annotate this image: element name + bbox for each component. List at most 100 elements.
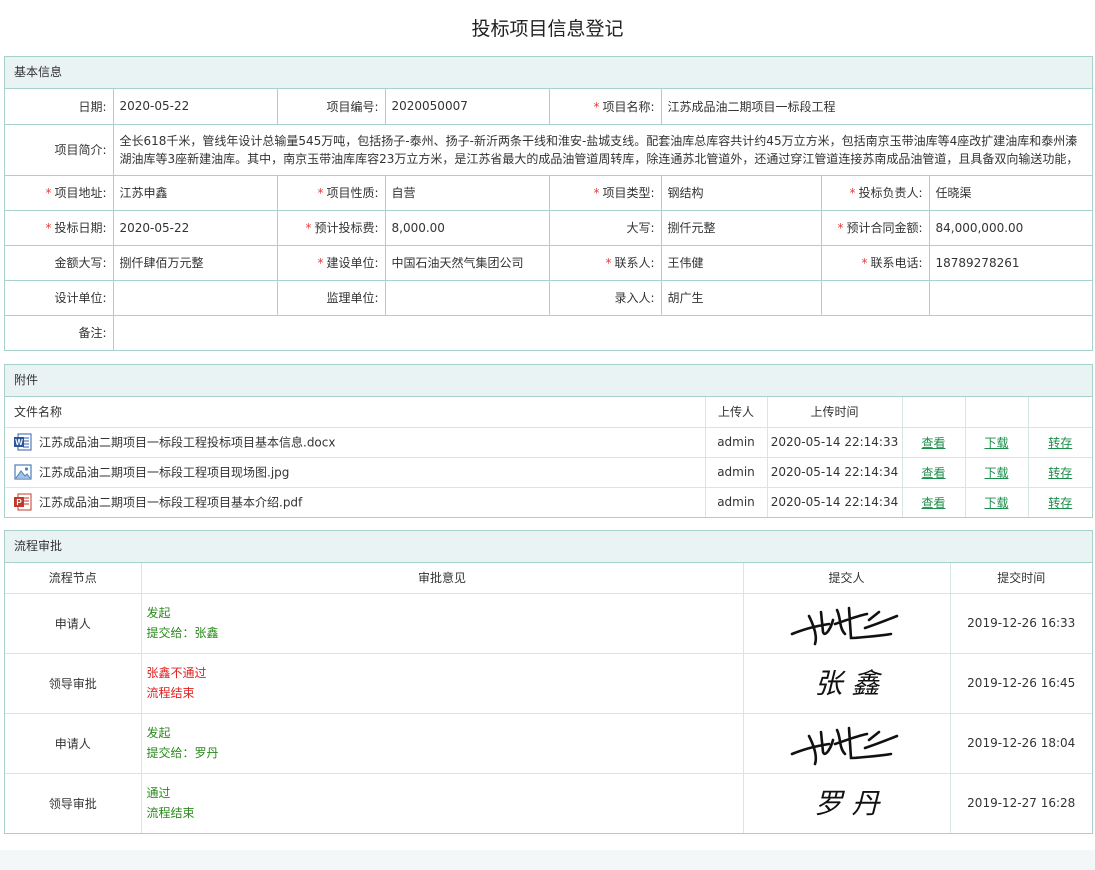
handwritten-signature-icon: 张 鑫 xyxy=(814,667,882,700)
view-link[interactable]: 查看 xyxy=(921,496,945,510)
file-name: 江苏成品油二期项目一标段工程项目基本介绍.pdf xyxy=(39,495,303,510)
amount-caps-label: 金额大写: xyxy=(5,245,114,281)
download-link[interactable]: 下载 xyxy=(984,466,1008,480)
attachments-table: 文件名称 上传人 上传时间 W 江苏成品油二期项目一标段工程投标项目基本信息.d… xyxy=(5,397,1092,517)
builder-value: 中国石油天然气集团公司 xyxy=(385,245,550,281)
project-name-value: 江苏成品油二期项目一标段工程 xyxy=(661,89,1092,125)
save-link[interactable]: 转存 xyxy=(1048,466,1072,480)
col-action-empty xyxy=(964,397,1028,428)
save-link[interactable]: 转存 xyxy=(1048,436,1072,450)
flow-node: 申请人 xyxy=(5,713,141,774)
view-cell: 查看 xyxy=(901,427,965,458)
download-cell: 下载 xyxy=(964,487,1028,517)
attachment-row: P 江苏成品油二期项目一标段工程项目基本介绍.pdf admin 2020-05… xyxy=(5,487,1092,517)
file-name-cell: P 江苏成品油二期项目一标段工程项目基本介绍.pdf xyxy=(5,487,705,517)
bid-date-label: * 投标日期: xyxy=(5,210,114,246)
contract-value: 84,000,000.00 xyxy=(929,210,1092,246)
amount-caps-value: 捌仟肆佰万元整 xyxy=(113,245,278,281)
required-mark: * xyxy=(837,221,844,235)
file-upload-time: 2020-05-14 22:14:34 xyxy=(766,487,902,517)
type-label: * 项目类型: xyxy=(549,175,662,211)
svg-text:张 鑫: 张 鑫 xyxy=(814,667,882,700)
file-uploader: admin xyxy=(704,487,767,517)
opinion-line: 流程结束 xyxy=(146,806,195,821)
signature-cell: 罗 丹 xyxy=(742,773,950,833)
handwritten-signature-icon xyxy=(790,726,898,766)
required-mark: * xyxy=(317,256,324,270)
save-link[interactable]: 转存 xyxy=(1048,496,1072,510)
project-name-label: * 项目名称: xyxy=(549,89,662,125)
view-cell: 查看 xyxy=(901,487,965,517)
col-uploader: 上传人 xyxy=(704,397,767,428)
opinion-line: 提交给：张鑫 xyxy=(146,626,219,640)
required-mark: * xyxy=(305,221,312,235)
svg-text:罗 丹: 罗 丹 xyxy=(814,787,881,820)
empty-cell xyxy=(821,280,930,316)
col-node: 流程节点 xyxy=(5,563,141,594)
workflow-header: 流程审批 xyxy=(5,531,1092,563)
signature-cell xyxy=(742,713,950,774)
builder-label: * 建设单位: xyxy=(277,245,386,281)
save-cell: 转存 xyxy=(1027,487,1092,517)
flow-time: 2019-12-26 16:45 xyxy=(949,653,1092,714)
flow-opinion: 张鑫不通过 流程结束 xyxy=(140,653,743,714)
required-mark: * xyxy=(593,186,600,200)
col-action-empty xyxy=(1027,397,1092,428)
recorder-value: 胡广生 xyxy=(661,280,822,316)
empty-cell xyxy=(929,280,1092,316)
view-link[interactable]: 查看 xyxy=(921,466,945,480)
contact-value: 王伟健 xyxy=(661,245,822,281)
opinion-line: 通过 xyxy=(146,786,171,801)
basic-info-panel: 基本信息 日期: 2020-05-22 项目编号: 2020050007 * 项目… xyxy=(4,56,1093,351)
signature-cell: 张 鑫 xyxy=(742,653,950,714)
opinion-line: 发起 xyxy=(146,606,171,620)
pdf-file-icon: P xyxy=(14,493,32,511)
workflow-table: 流程节点 审批意见 提交人 提交时间 申请人 发起 提交给：张鑫 2019-12… xyxy=(5,563,1092,833)
remark-value xyxy=(113,315,1092,350)
opinion-line: 张鑫不通过 xyxy=(146,666,207,680)
basic-info-header: 基本信息 xyxy=(5,57,1092,89)
required-mark: * xyxy=(45,186,52,200)
workflow-row: 申请人 发起 提交给：张鑫 2019-12-26 16:33 xyxy=(5,593,1092,654)
file-uploader: admin xyxy=(704,427,767,458)
contract-label: * 预计合同金额: xyxy=(821,210,930,246)
flow-opinion: 发起 提交给：张鑫 xyxy=(140,593,743,654)
svg-text:P: P xyxy=(16,498,22,507)
file-name-cell: W 江苏成品油二期项目一标段工程投标项目基本信息.docx xyxy=(5,427,705,458)
required-mark: * xyxy=(605,256,612,270)
file-name-cell: 江苏成品油二期项目一标段工程项目现场图.jpg xyxy=(5,457,705,488)
view-link[interactable]: 查看 xyxy=(921,436,945,450)
flow-node: 领导审批 xyxy=(5,653,141,714)
project-no-value: 2020050007 xyxy=(385,89,550,125)
svg-text:W: W xyxy=(15,438,23,447)
required-mark: * xyxy=(317,186,324,200)
download-link[interactable]: 下载 xyxy=(984,436,1008,450)
supervise-label: 监理单位: xyxy=(277,280,386,316)
col-submitter: 提交人 xyxy=(742,563,950,594)
required-mark: * xyxy=(45,221,52,235)
nature-value: 自营 xyxy=(385,175,550,211)
workflow-header-row: 流程节点 审批意见 提交人 提交时间 xyxy=(5,563,1092,594)
signature-cell xyxy=(742,593,950,654)
col-action-empty xyxy=(901,397,965,428)
flow-node: 领导审批 xyxy=(48,796,97,811)
address-label: * 项目地址: xyxy=(5,175,114,211)
remark-label: 备注: xyxy=(5,315,114,350)
supervise-value xyxy=(385,280,550,316)
design-value xyxy=(113,280,278,316)
flow-time: 2019-12-26 18:04 xyxy=(949,713,1092,774)
workflow-row: 领导审批 张鑫不通过 流程结束 张 鑫 2019-12-26 16:45 xyxy=(5,653,1092,714)
col-file-name: 文件名称 xyxy=(5,397,705,428)
opinion-line: 提交给：罗丹 xyxy=(146,746,219,760)
download-cell: 下载 xyxy=(964,427,1028,458)
attachments-header-row: 文件名称 上传人 上传时间 xyxy=(5,397,1092,428)
download-link[interactable]: 下载 xyxy=(984,496,1008,510)
attachment-row: W 江苏成品油二期项目一标段工程投标项目基本信息.docx admin 2020… xyxy=(5,427,1092,458)
handwritten-signature-icon: 罗 丹 xyxy=(814,787,881,820)
design-label: 设计单位: xyxy=(5,280,114,316)
workflow-panel: 流程审批 流程节点 审批意见 提交人 提交时间 申请人 发起 提交给：张鑫 20… xyxy=(4,530,1093,834)
attachments-panel: 附件 文件名称 上传人 上传时间 W 江苏成品油二期项目一标段工程投标项目基本信… xyxy=(4,364,1093,518)
image-file-icon xyxy=(14,464,32,480)
handwritten-signature-icon xyxy=(790,606,898,646)
save-cell: 转存 xyxy=(1027,457,1092,488)
